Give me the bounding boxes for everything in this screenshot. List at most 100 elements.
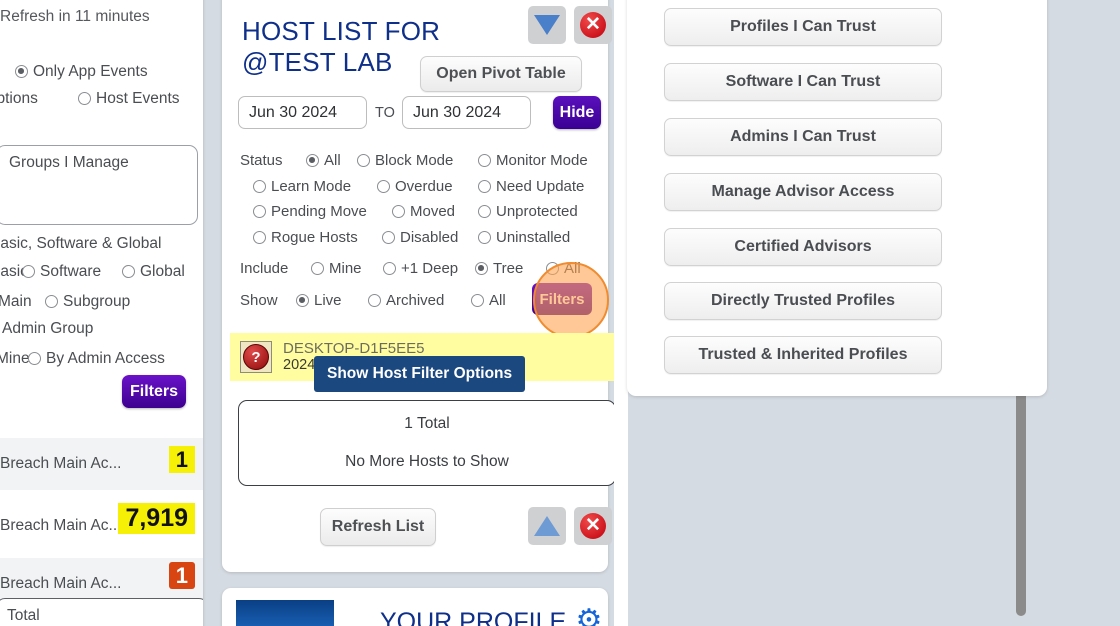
radio-status-overdue[interactable] [377, 180, 390, 193]
left-option-mine-label: Mine [0, 350, 30, 367]
left-option-subgroup[interactable]: Subgroup [45, 293, 130, 311]
show-label: Show [240, 292, 278, 309]
status-option-all-label: All [324, 152, 341, 169]
show-option-live[interactable]: Live [296, 292, 342, 309]
question-mark-icon: ? [240, 341, 272, 373]
include-option-plus1-deep[interactable]: +1 Deep [383, 260, 458, 277]
radio-status-disabled[interactable] [382, 231, 395, 244]
status-option-moved[interactable]: Moved [392, 203, 455, 220]
status-option-pending-move[interactable]: Pending Move [253, 203, 367, 220]
trusted-and-inherited-profiles-button[interactable]: Trusted & Inherited Profiles [664, 336, 942, 374]
left-option-host-events[interactable]: Host Events [78, 90, 180, 108]
left-option-main[interactable]: Main [0, 293, 32, 311]
include-label: Include [240, 260, 289, 277]
radio-status-unprotected[interactable] [478, 205, 491, 218]
radio-show-all[interactable] [471, 294, 484, 307]
close-icon[interactable]: ✕ [574, 6, 612, 44]
breach-row-badge: 1 [168, 446, 195, 474]
breach-row[interactable]: Breach Main Ac... 1 [0, 438, 203, 490]
breach-row-badge: 7,919 [118, 503, 195, 534]
app-root: Refresh in 11 minutes Only App Events Ex… [0, 0, 1120, 626]
left-events-panel: Refresh in 11 minutes Only App Events Ex… [0, 0, 203, 626]
status-option-uninstalled[interactable]: Uninstalled [478, 229, 570, 246]
status-option-monitor-mode[interactable]: Monitor Mode [478, 152, 588, 169]
left-option-by-admin-access-label: By Admin Access [46, 350, 165, 367]
trust-panel: Profiles I Can Trust Software I Can Trus… [627, 0, 1047, 396]
your-profile-panel: YOUR PROFILE ⚙ [222, 588, 608, 626]
left-exceptions-label: Exceptions [0, 90, 38, 107]
radio-status-pending-move[interactable] [253, 205, 266, 218]
radio-status-learn-mode[interactable] [253, 180, 266, 193]
include-option-mine[interactable]: Mine [311, 260, 362, 277]
radio-status-all[interactable] [306, 154, 319, 167]
radio-include-mine[interactable] [311, 262, 324, 275]
status-option-unprotected[interactable]: Unprotected [478, 203, 578, 220]
radio-software[interactable] [22, 265, 35, 278]
left-option-only-app-events[interactable]: Only App Events [15, 63, 148, 81]
date-from-input[interactable]: Jun 30 2024 [238, 96, 367, 129]
radio-status-rogue-hosts[interactable] [253, 231, 266, 244]
radio-host-events[interactable] [78, 92, 91, 105]
status-option-block-mode-label: Block Mode [375, 152, 454, 169]
filter-triangle-icon[interactable] [528, 6, 566, 44]
show-option-archived-label: Archived [386, 292, 445, 309]
radio-status-monitor-mode[interactable] [478, 154, 491, 167]
radio-include-tree[interactable] [475, 262, 488, 275]
radio-global[interactable] [122, 265, 135, 278]
status-option-need-update[interactable]: Need Update [478, 178, 584, 195]
groups-i-manage-box[interactable]: Groups I Manage [0, 145, 198, 225]
show-option-archived[interactable]: Archived [368, 292, 444, 309]
breach-row[interactable]: Breach Main Ac... 7,919 [0, 500, 203, 552]
software-i-can-trust-button[interactable]: Software I Can Trust [664, 63, 942, 101]
status-option-block-mode[interactable]: Block Mode [357, 152, 453, 169]
left-option-by-admin-access[interactable]: By Admin Access [28, 350, 165, 368]
status-option-unprotected-label: Unprotected [496, 203, 578, 220]
profiles-i-can-trust-button[interactable]: Profiles I Can Trust [664, 8, 942, 46]
status-option-rogue-hosts[interactable]: Rogue Hosts [253, 229, 358, 246]
left-option-global[interactable]: Global [122, 263, 185, 281]
hide-button[interactable]: Hide [553, 96, 601, 129]
gear-icon[interactable]: ⚙ [574, 606, 604, 626]
status-option-monitor-mode-label: Monitor Mode [496, 152, 588, 169]
refresh-list-button[interactable]: Refresh List [320, 508, 436, 546]
status-option-all[interactable]: All [306, 152, 341, 169]
date-to-input[interactable]: Jun 30 2024 [402, 96, 531, 129]
left-option-admin-group[interactable]: Admin Group [0, 320, 93, 338]
include-option-tree[interactable]: Tree [475, 260, 523, 277]
radio-show-live[interactable] [296, 294, 309, 307]
status-option-disabled[interactable]: Disabled [382, 229, 458, 246]
certified-advisors-button[interactable]: Certified Advisors [664, 228, 942, 266]
center-scrollbar[interactable] [614, 0, 1027, 626]
left-option-software[interactable]: Software [22, 263, 101, 281]
radio-status-block-mode[interactable] [357, 154, 370, 167]
include-option-tree-label: Tree [493, 260, 524, 277]
groups-i-manage-label: Groups I Manage [9, 154, 129, 171]
left-option-mine[interactable]: Mine [0, 350, 30, 368]
close-glyph: ✕ [580, 513, 606, 539]
close-icon[interactable]: ✕ [574, 507, 612, 545]
triangle-up-glyph [534, 516, 560, 536]
left-option-subgroup-label: Subgroup [63, 293, 131, 310]
left-filters-button[interactable]: Filters [122, 375, 186, 408]
status-option-learn-mode[interactable]: Learn Mode [253, 178, 351, 195]
radio-status-uninstalled[interactable] [478, 231, 491, 244]
radio-status-need-update[interactable] [478, 180, 491, 193]
triangle-up-icon[interactable] [528, 507, 566, 545]
manage-advisor-access-button[interactable]: Manage Advisor Access [664, 173, 942, 211]
admins-i-can-trust-button[interactable]: Admins I Can Trust [664, 118, 942, 156]
radio-subgroup[interactable] [45, 295, 58, 308]
breach-row-label: Breach Main Ac... [0, 517, 122, 534]
open-pivot-table-button[interactable]: Open Pivot Table [420, 56, 582, 92]
radio-status-moved[interactable] [392, 205, 405, 218]
include-option-mine-label: Mine [329, 260, 362, 277]
radio-only-app-events[interactable] [15, 65, 28, 78]
status-option-moved-label: Moved [410, 203, 456, 220]
status-option-learn-mode-label: Learn Mode [271, 178, 352, 195]
directly-trusted-profiles-button[interactable]: Directly Trusted Profiles [664, 282, 942, 320]
radio-show-archived[interactable] [368, 294, 381, 307]
your-profile-title: YOUR PROFILE [380, 608, 567, 626]
show-option-all[interactable]: All [471, 292, 506, 309]
radio-include-plus1-deep[interactable] [383, 262, 396, 275]
status-option-overdue[interactable]: Overdue [377, 178, 453, 195]
radio-by-admin-access[interactable] [28, 352, 41, 365]
